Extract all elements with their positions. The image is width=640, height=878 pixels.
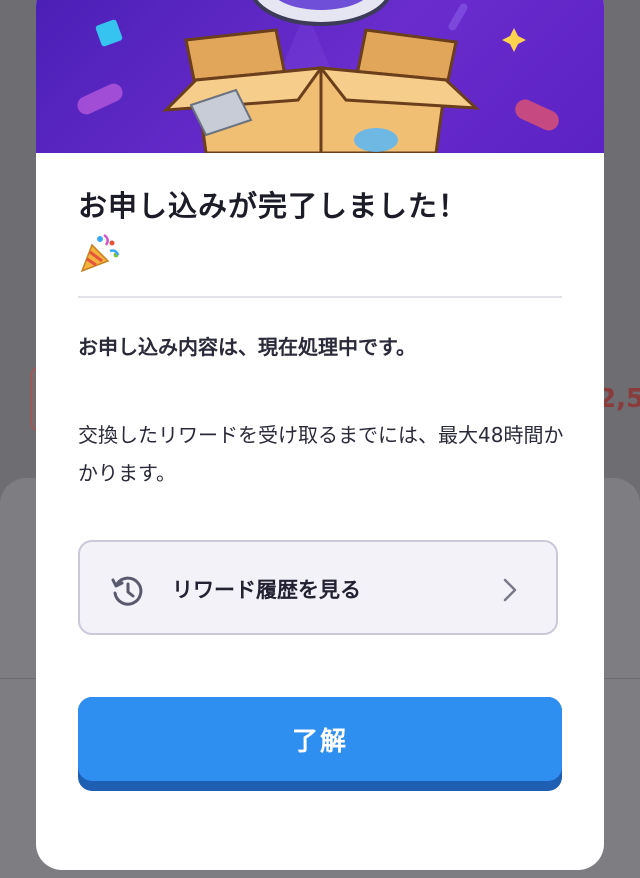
ok-button-label: 了解 bbox=[291, 725, 348, 756]
gift-box-illustration bbox=[77, 0, 559, 153]
ok-button-face: 了解 bbox=[78, 697, 562, 781]
party-popper-icon bbox=[80, 233, 120, 273]
modal-title: お申し込みが完了しました！ bbox=[78, 189, 469, 223]
reward-history-label: リワード履歴を見る bbox=[172, 578, 361, 602]
delivery-time-text: 交換したリワードを受け取るまでには、最大48時間かかります。 bbox=[78, 423, 564, 485]
history-icon bbox=[111, 576, 143, 606]
chevron-right-icon bbox=[503, 578, 517, 602]
reward-history-button[interactable]: リワード履歴を見る bbox=[78, 540, 558, 635]
completion-modal: お申し込みが完了しました！ お申し込み内容は、現在処理中です。 交換したリワード… bbox=[36, 0, 604, 870]
background-value: 2,5 bbox=[598, 384, 640, 414]
hero-banner bbox=[36, 0, 604, 153]
title-divider bbox=[78, 296, 562, 298]
ok-button[interactable]: 了解 bbox=[78, 697, 562, 791]
processing-text: お申し込み内容は、現在処理中です。 bbox=[78, 335, 416, 359]
